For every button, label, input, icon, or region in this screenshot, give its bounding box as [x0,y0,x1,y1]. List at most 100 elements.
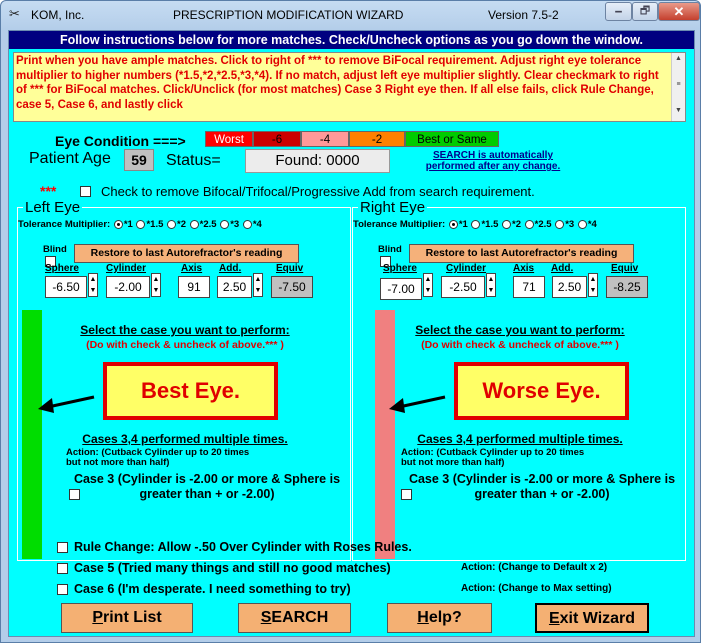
scroll-up-icon[interactable]: ▲ [672,53,685,65]
left-cylinder-input[interactable]: -2.00 [106,276,150,298]
left-tol-radio-3[interactable] [220,219,230,229]
rule-change-label: Rule Change: Allow -.50 Over Cylinder wi… [74,540,412,554]
left-restore-button[interactable]: Restore to last Autorefractor's reading [74,244,299,263]
right-arrow-icon [389,395,446,413]
right-tol-option-2: *2 [512,219,521,230]
right-blind-label: Blind [378,244,402,255]
spin-up-icon[interactable]: ▲ [487,274,495,285]
rule-change-checkbox[interactable] [57,542,68,553]
minimize-button[interactable]: 🗕 [605,2,632,21]
close-button[interactable]: ✕ [658,2,700,21]
exit-wizard-button[interactable]: Exit Wizard [535,603,649,633]
print-list-button[interactable]: Print List [61,603,193,633]
bifocal-checkbox[interactable] [80,186,91,197]
spin-up-icon[interactable]: ▲ [89,274,97,285]
right-cylinder-spinner[interactable]: ▲ ▼ [486,273,496,297]
spin-up-icon[interactable]: ▲ [254,274,262,285]
wizard-window: ✂ KOM, Inc. PRESCRIPTION MODIFICATION WI… [0,0,701,643]
right-tol-radio-2-5[interactable] [524,219,534,229]
left-axis-label: Axis [181,263,203,274]
spin-down-icon[interactable]: ▼ [487,285,495,296]
right-tol-radio-3[interactable] [555,219,565,229]
left-tol-radio-2[interactable] [167,219,177,229]
left-tol-radio-1-5[interactable] [136,219,146,229]
right-tol-radio-1[interactable] [448,219,458,229]
left-add-spinner[interactable]: ▲ ▼ [253,273,263,297]
right-sphere-spinner[interactable]: ▲ ▼ [423,273,433,297]
help-hotkey: H [417,609,429,626]
search-label: EARCH [271,609,329,626]
right-cases-action: Action: (Cutback Cylinder up to 20 times… [401,447,585,468]
left-tolerance-row: Tolerance Multiplier: *1 *1.5 *2 *2.5 *3… [18,219,352,230]
case5-action: Action: (Change to Default x 2) [461,562,608,573]
right-equiv-value: -8.25 [606,276,648,298]
spin-up-icon[interactable]: ▲ [589,274,597,285]
minimize-icon: 🗕 [614,5,623,17]
left-eye-title: Left Eye [23,199,83,216]
left-tol-option-3: *3 [230,219,240,230]
spin-up-icon[interactable]: ▲ [424,274,432,285]
title-bar: ✂ KOM, Inc. PRESCRIPTION MODIFICATION WI… [1,1,700,29]
help-button[interactable]: Help? [387,603,492,633]
restore-window-icon: 🗗 [639,5,651,17]
search-button[interactable]: SEARCH [238,603,351,633]
right-tol-radio-2[interactable] [502,219,512,229]
spin-down-icon[interactable]: ▼ [254,285,262,296]
right-eye-title: Right Eye [358,199,428,216]
case5-checkbox[interactable] [57,563,68,574]
patient-age-value: 59 [124,149,154,171]
right-restore-button[interactable]: Restore to last Autorefractor's reading [409,244,634,263]
left-add-input[interactable]: 2.50 [217,276,252,298]
left-tol-radio-2-5[interactable] [189,219,199,229]
instructions-scrollbar[interactable]: ▲ ≡ ▼ [671,53,685,121]
eye-condition-minus6: -6 [253,131,301,147]
left-cylinder-spinner[interactable]: ▲ ▼ [151,273,161,297]
left-eye-panel: Left Eye Tolerance Multiplier: *1 *1.5 *… [17,199,352,561]
print-list-hotkey: P [92,609,103,626]
app-icon[interactable]: ✂ [9,8,25,22]
right-tol-option-2-5: *2.5 [534,219,552,230]
eye-condition-minus2: -2 [349,131,405,147]
spin-down-icon[interactable]: ▼ [152,285,160,296]
instructions-header: Follow instructions below for more match… [9,31,694,49]
right-tolerance-label: Tolerance Multiplier: [353,219,446,230]
right-add-input[interactable]: 2.50 [552,276,587,298]
right-cylinder-input[interactable]: -2.50 [441,276,485,298]
left-sphere-input[interactable]: -6.50 [45,276,87,298]
spin-up-icon[interactable]: ▲ [152,274,160,285]
right-select-case-note: (Do with check & uncheck of above.*** ) [421,339,619,351]
left-sphere-spinner[interactable]: ▲ ▼ [88,273,98,297]
bifocal-stars: *** [40,183,57,199]
patient-age-label: Patient Age [29,150,111,167]
eye-condition-minus4: -4 [301,131,349,147]
help-label: elp? [428,609,462,626]
window-title: PRESCRIPTION MODIFICATION WIZARD [173,8,404,22]
left-axis-input[interactable]: 91 [178,276,210,298]
right-tol-radio-4[interactable] [577,219,587,229]
case6-checkbox[interactable] [57,584,68,595]
right-axis-input[interactable]: 71 [513,276,545,298]
right-add-spinner[interactable]: ▲ ▼ [588,273,598,297]
exit-wizard-hotkey: E [548,610,560,627]
spin-down-icon[interactable]: ▼ [424,285,432,296]
instructions-textbox[interactable]: Print when you have ample matches. Click… [13,52,686,122]
scroll-down-icon[interactable]: ▼ [672,105,685,117]
close-icon: ✕ [673,4,685,19]
left-cylinder-label: Cylinder [106,263,147,274]
maximize-button[interactable]: 🗗 [632,2,658,21]
left-tol-radio-1[interactable] [113,219,123,229]
right-tol-option-3: *3 [565,219,575,230]
right-axis-label: Axis [513,263,535,274]
right-sphere-input[interactable]: -7.00 [380,278,422,300]
exit-wizard-label: xit Wizard [559,610,636,627]
left-blind-label: Blind [43,244,67,255]
right-tol-radio-1-5[interactable] [471,219,481,229]
left-tol-option-1-5: *1.5 [146,219,164,230]
left-select-case-label: Select the case you want to perform: [80,323,290,337]
right-sphere-label: Sphere [383,263,417,274]
spin-down-icon[interactable]: ▼ [89,285,97,296]
right-equiv-label: Equiv [611,263,639,274]
left-tol-radio-4[interactable] [242,219,252,229]
spin-down-icon[interactable]: ▼ [589,285,597,296]
scroll-thumb[interactable]: ≡ [672,65,685,105]
